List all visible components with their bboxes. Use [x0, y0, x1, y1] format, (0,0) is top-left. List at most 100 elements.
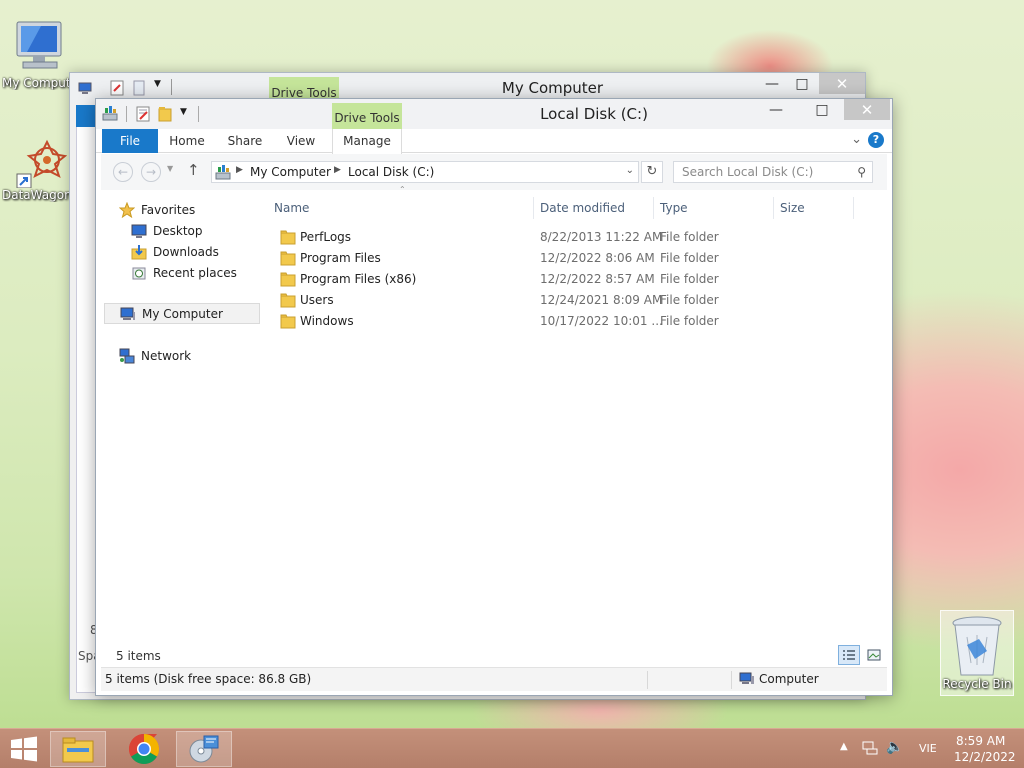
- forward-arrow-icon[interactable]: →: [141, 162, 161, 182]
- folder-icon: [280, 313, 296, 329]
- clock-time[interactable]: 8:59 AM: [956, 734, 1005, 748]
- details-view-button[interactable]: [838, 645, 860, 665]
- desktop-icon-datawagon[interactable]: DataWagon: [2, 136, 72, 202]
- column-header-type[interactable]: Type: [654, 197, 774, 219]
- file-type: File folder: [660, 314, 719, 328]
- file-date: 12/2/2022 8:06 AM: [540, 251, 655, 265]
- table-row[interactable]: PerfLogs 8/22/2013 11:22 AM File folder: [266, 227, 866, 248]
- column-header-name[interactable]: Name: [268, 197, 534, 219]
- nav-network[interactable]: Network: [119, 345, 277, 366]
- recent-places-icon: [131, 265, 147, 281]
- table-row[interactable]: Program Files 12/2/2022 8:06 AM File fol…: [266, 248, 866, 269]
- nav-my-computer[interactable]: My Computer: [104, 303, 260, 324]
- minimize-button[interactable]: —: [753, 99, 799, 120]
- refresh-icon: ↻: [646, 164, 658, 179]
- computer-icon: [739, 672, 755, 686]
- folder-icon: [280, 271, 296, 287]
- folder-icon: [280, 292, 296, 308]
- close-button[interactable]: ✕: [844, 99, 890, 120]
- show-hidden-icons-button[interactable]: ▲: [840, 741, 848, 752]
- language-indicator[interactable]: VIE: [919, 742, 937, 755]
- windows-logo-icon: [11, 736, 37, 762]
- desktop-icon-recycle-bin[interactable]: Recycle Bin: [940, 610, 1014, 696]
- status-location: Computer: [759, 672, 819, 686]
- computer-icon: [7, 18, 67, 76]
- tab-home[interactable]: Home: [162, 129, 212, 153]
- desktop-icon-label: My Computer: [2, 76, 70, 90]
- desktop-icon-label: DataWagon: [2, 188, 70, 202]
- search-box[interactable]: Search Local Disk (C:) ⚲: [673, 161, 873, 183]
- nav-label: Recent places: [153, 265, 237, 280]
- nav-label: Favorites: [141, 202, 196, 217]
- file-name: Program Files (x86): [300, 272, 417, 286]
- sort-indicator-icon: ⌃: [399, 185, 406, 194]
- file-date: 12/24/2021 8:09 AM: [540, 293, 663, 307]
- search-icon[interactable]: ⚲: [857, 165, 866, 179]
- start-button[interactable]: [0, 731, 48, 767]
- folder-icon: [280, 250, 296, 266]
- file-type: File folder: [660, 293, 719, 307]
- nav-label: Network: [141, 348, 192, 363]
- window-titlebar[interactable]: ▼ Drive Tools Local Disk (C:) — □ ✕: [96, 99, 892, 129]
- setup-disc-icon: [189, 735, 219, 763]
- folder-icon: [280, 229, 296, 245]
- column-header-size[interactable]: Size: [774, 197, 854, 219]
- local-disk-window[interactable]: ▼ Drive Tools Local Disk (C:) — □ ✕ File…: [95, 98, 893, 696]
- tab-manage[interactable]: Manage: [332, 129, 402, 154]
- file-type: File folder: [660, 272, 719, 286]
- breadcrumb-separator-icon[interactable]: ▶: [236, 165, 243, 175]
- recycle-bin-icon: [947, 615, 1007, 679]
- recent-locations-icon[interactable]: ▼: [167, 164, 173, 173]
- taskbar-chrome[interactable]: [116, 731, 172, 767]
- address-dropdown-icon[interactable]: ⌄: [626, 165, 634, 176]
- item-count: 5 items: [116, 649, 161, 663]
- volume-icon[interactable]: 🔈: [886, 739, 903, 755]
- file-type: File folder: [660, 230, 719, 244]
- navigation-bar: ← → ▼ ↑ ▶ My Computer ▶ Local Disk (C:) …: [101, 154, 887, 190]
- back-window-title: My Computer: [501, 79, 604, 97]
- file-name: Users: [300, 293, 334, 307]
- large-icons-view-button[interactable]: [864, 645, 884, 665]
- file-type: File folder: [660, 251, 719, 265]
- tab-view[interactable]: View: [276, 129, 326, 153]
- ribbon-tabs: File Home Share View Manage ⌄ ?: [96, 129, 892, 154]
- taskbar: ▲ 🔈 VIE 8:59 AM 12/2/2022: [0, 728, 1024, 768]
- column-header-date[interactable]: Date modified: [534, 197, 654, 219]
- status-bar: 5 items (Disk free space: 86.8 GB) Compu…: [101, 667, 887, 691]
- drive-icon: [215, 164, 231, 180]
- nav-label: Downloads: [153, 244, 219, 259]
- details-view-icon: [843, 650, 855, 660]
- table-row[interactable]: Program Files (x86) 12/2/2022 8:57 AM Fi…: [266, 269, 866, 290]
- table-row[interactable]: Users 12/24/2021 8:09 AM File folder: [266, 290, 866, 311]
- maximize-button[interactable]: □: [799, 99, 845, 120]
- breadcrumb-separator-icon[interactable]: ▶: [334, 165, 341, 175]
- taskbar-setup-app[interactable]: [176, 731, 232, 767]
- file-explorer-icon: [62, 737, 94, 763]
- back-arrow-icon[interactable]: ←: [113, 162, 133, 182]
- desktop-icon-my-computer[interactable]: My Computer: [2, 18, 72, 90]
- address-bar[interactable]: ▶ My Computer ▶ Local Disk (C:) ⌄: [211, 161, 639, 183]
- refresh-button[interactable]: ↻: [641, 161, 663, 183]
- table-row[interactable]: Windows 10/17/2022 10:01 ... File folder: [266, 311, 866, 332]
- desktop-folder-icon: [131, 223, 147, 239]
- nav-favorites[interactable]: Favorites: [119, 199, 277, 220]
- file-date: 10/17/2022 10:01 ...: [540, 314, 663, 328]
- status-separator: [647, 671, 648, 689]
- breadcrumb-local-disk[interactable]: Local Disk (C:): [348, 165, 434, 179]
- datawagon-logo-icon: [7, 136, 67, 188]
- file-name: Windows: [300, 314, 354, 328]
- ribbon-expand-icon[interactable]: ⌄: [851, 132, 862, 147]
- navigation-pane: Favorites Desktop Downloads Recent place…: [101, 191, 261, 667]
- file-list: ⌃ Name Date modified Type Size PerfLogs …: [266, 185, 886, 647]
- network-icon: [119, 348, 135, 364]
- network-tray-icon[interactable]: [862, 740, 878, 756]
- up-arrow-icon[interactable]: ↑: [187, 161, 200, 179]
- search-input[interactable]: Search Local Disk (C:): [682, 165, 813, 179]
- taskbar-file-explorer[interactable]: [50, 731, 106, 767]
- tab-share[interactable]: Share: [220, 129, 270, 153]
- clock-date[interactable]: 12/2/2022: [954, 750, 1016, 764]
- help-icon[interactable]: ?: [868, 132, 884, 148]
- tab-file[interactable]: File: [102, 129, 158, 153]
- breadcrumb-my-computer[interactable]: My Computer: [250, 165, 331, 179]
- back-close-button[interactable]: ✕: [819, 73, 865, 94]
